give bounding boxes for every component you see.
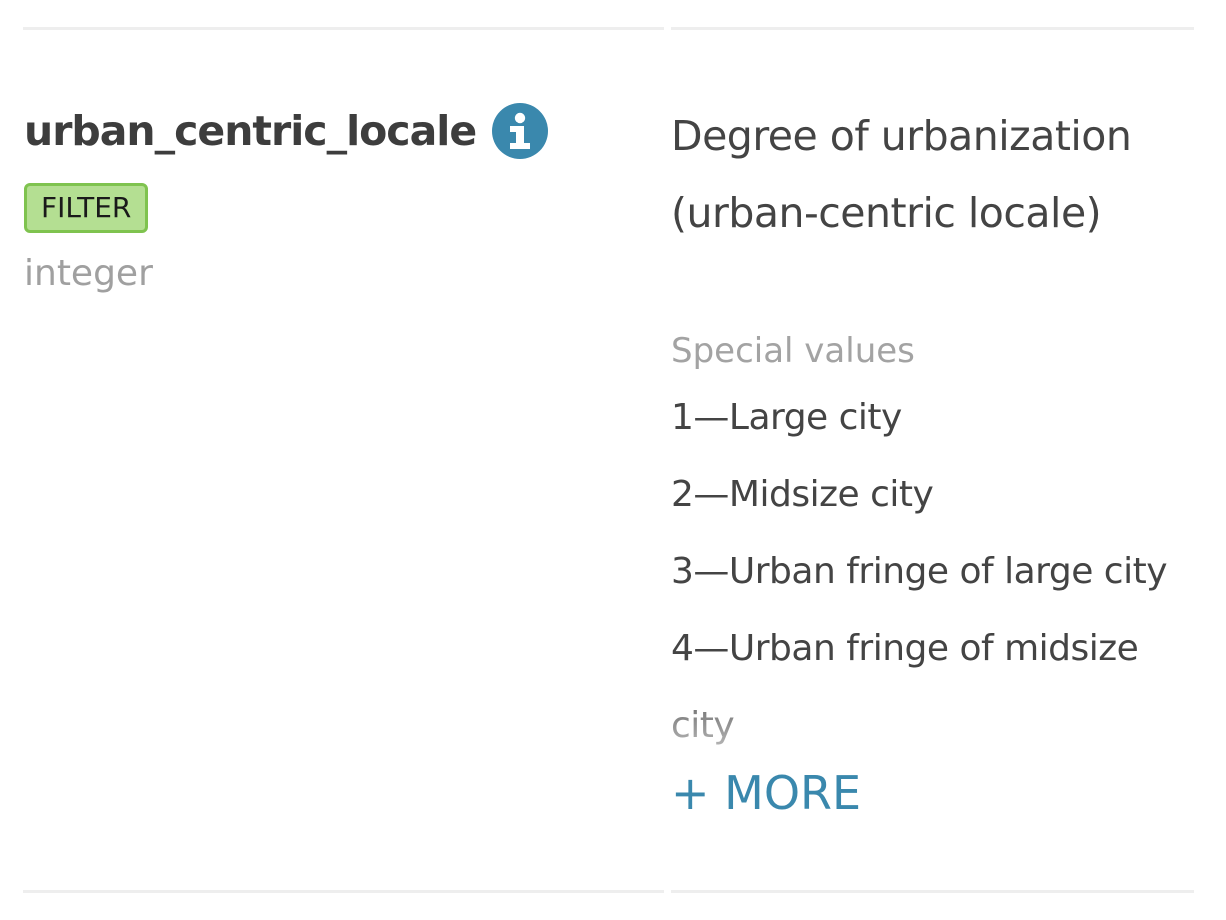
divider-bottom-left <box>23 890 664 893</box>
variable-name: urban_centric_locale <box>24 107 477 155</box>
show-more-link[interactable]: + MORE <box>671 766 861 820</box>
filter-badge: FILTER <box>24 183 149 233</box>
info-glyph <box>510 112 531 149</box>
variable-column: urban_centric_locale FILTER integer <box>24 100 644 294</box>
variable-header: urban_centric_locale <box>24 100 644 162</box>
divider-top-left <box>23 27 664 30</box>
info-icon[interactable] <box>492 103 549 159</box>
special-value-item: 2—Midsize city <box>671 474 934 515</box>
special-value-item: 4—Urban fringe of midsize city <box>671 628 1139 746</box>
special-values-list: 1—Large city 2—Midsize city 3—Urban frin… <box>671 379 1201 764</box>
special-value-item: 3—Urban fringe of large city <box>671 551 1168 592</box>
special-values-heading: Special values <box>671 331 915 371</box>
variable-description: Degree of urbanization (urban-centric lo… <box>671 112 1132 237</box>
variable-type: integer <box>24 252 153 294</box>
divider-bottom-right <box>671 890 1194 893</box>
description-column: Degree of urbanization (urban-centric lo… <box>671 98 1201 820</box>
special-value-item: 1—Large city <box>671 397 902 438</box>
divider-top-right <box>671 27 1194 30</box>
